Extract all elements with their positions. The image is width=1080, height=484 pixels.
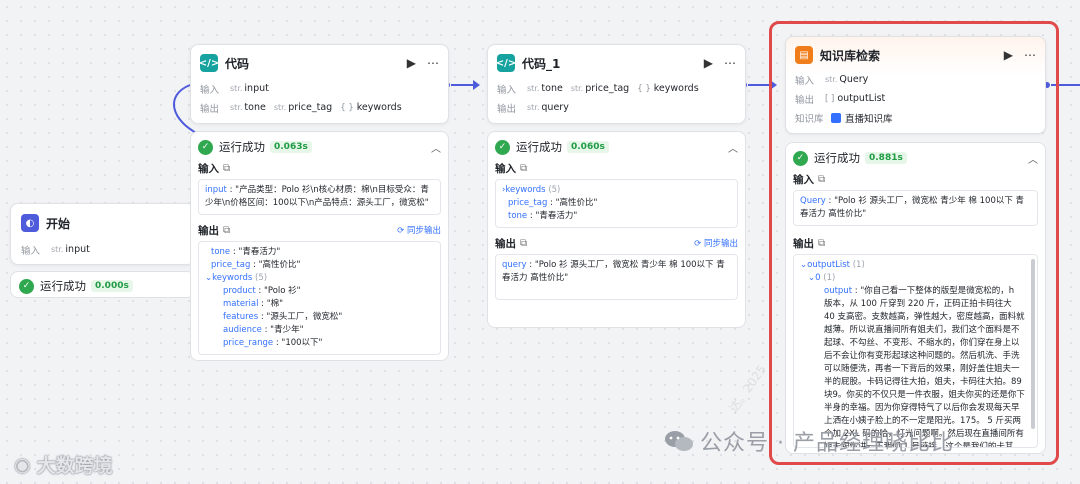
sync-output-button[interactable]: ⟳ 同步输出	[397, 224, 441, 236]
input-box: input : "产品类型：Polo 衫\n核心材质：棉\n目标受众：青少年\n…	[198, 179, 441, 215]
param-chip: str. price_tag	[570, 83, 630, 94]
watermark-text: 达。2025	[726, 362, 770, 416]
success-check-icon: ✓	[198, 139, 213, 155]
code-icon: </>	[496, 54, 516, 72]
kb-result-panel[interactable]: ✓ 运行成功 0.881s ︿ 输入 ⧉ Query : "Polo 衫 源头工厂…	[785, 142, 1046, 454]
node-title: 代码	[225, 56, 250, 71]
output-box: ⌄outputList (1) ⌄0 (1) output : "你自己看一下整…	[793, 254, 1038, 448]
time-badge: 0.063s	[270, 141, 312, 153]
code-node[interactable]: </> 代码 ▶ ⋯ 输入 str. input 输出 str. tone str.…	[190, 44, 449, 124]
status-text: 运行成功	[40, 279, 86, 293]
status-text: 运行成功	[219, 140, 265, 154]
logo-brand: ◉ 大数跨境	[14, 453, 113, 478]
section-title: 输入	[793, 173, 814, 186]
chevron-up-icon[interactable]: ︿	[728, 140, 738, 155]
more-icon[interactable]: ⋯	[724, 56, 736, 70]
start-icon: ◐	[21, 214, 39, 232]
param-chip: { } keywords	[340, 102, 402, 113]
time-badge: 0.000s	[91, 280, 133, 292]
section-title: 输入	[198, 162, 219, 175]
input-box: ›keywords (5) price_tag : "高性价比" tone : …	[495, 179, 738, 228]
input-label: 输入	[21, 245, 41, 257]
chevron-up-icon[interactable]: ︿	[431, 140, 441, 155]
code1-result-panel[interactable]: ✓ 运行成功 0.060s ︿ 输入 ⧉ ›keywords (5) price_…	[487, 131, 746, 328]
arrow-icon	[473, 80, 480, 90]
copy-icon[interactable]: ⧉	[818, 174, 825, 185]
param-chip: { } keywords	[637, 83, 699, 94]
node-title: 知识库检索	[820, 48, 881, 63]
scrollbar[interactable]	[1031, 259, 1035, 429]
status-text: 运行成功	[516, 140, 562, 154]
copy-icon[interactable]: ⧉	[520, 163, 527, 174]
output-label: 输出	[795, 94, 815, 106]
kb-name[interactable]: 直播知识库	[845, 111, 893, 125]
input-box: Query : "Polo 衫 源头工厂，微宽松 青少年 棉 100以下 青春活…	[793, 190, 1038, 226]
success-check-icon: ✓	[793, 150, 808, 166]
copy-icon[interactable]: ⧉	[223, 163, 230, 174]
param-chip: str. tone	[230, 102, 266, 113]
section-title: 输出	[198, 224, 219, 237]
param-chip: str. price_tag	[273, 102, 333, 113]
brand-logo-icon: ◉	[14, 453, 31, 476]
input-label: 输入	[497, 84, 517, 96]
code-icon: </>	[199, 54, 219, 72]
time-badge: 0.881s	[865, 152, 907, 164]
output-label: 输出	[200, 103, 220, 115]
param-chip: [ ] outputList	[825, 93, 886, 104]
run-icon[interactable]: ▶	[1004, 48, 1013, 62]
status-text: 运行成功	[814, 151, 860, 165]
copy-icon[interactable]: ⧉	[520, 238, 527, 249]
copy-icon[interactable]: ⧉	[818, 238, 825, 249]
run-icon[interactable]: ▶	[704, 56, 713, 70]
start-result-panel[interactable]: ✓ 运行成功 0.000s	[10, 271, 195, 298]
success-check-icon: ✓	[19, 278, 34, 294]
kb-search-node[interactable]: ▤ 知识库检索 ▶ ⋯ 输入 str. Query 输出 [ ] outputLis…	[785, 36, 1046, 134]
start-node[interactable]: ◐ 开始 输入 str. input	[10, 203, 195, 265]
input-label: 输入	[200, 84, 220, 96]
connector-line	[748, 84, 770, 86]
success-check-icon: ✓	[495, 139, 510, 155]
section-title: 输出	[793, 237, 814, 250]
node-title: 开始	[46, 216, 71, 231]
connector-line	[451, 84, 473, 86]
wechat-icon	[665, 431, 693, 451]
code1-node[interactable]: </> 代码_1 ▶ ⋯ 输入 str. tone str. price_tag {…	[487, 44, 746, 124]
param-chip: str. Query	[825, 74, 869, 85]
more-icon[interactable]: ⋯	[1024, 48, 1036, 62]
run-icon[interactable]: ▶	[407, 56, 416, 70]
sync-output-button[interactable]: ⟳ 同步输出	[694, 237, 738, 249]
param-chip: str. tone	[527, 83, 563, 94]
kb-label: 知识库	[795, 113, 824, 125]
chevron-up-icon[interactable]: ︿	[1028, 151, 1038, 166]
param-chip: str. input	[51, 244, 90, 255]
output-box: query : "Polo 衫 源头工厂，微宽松 青少年 棉 100以下 青春活…	[495, 254, 738, 300]
more-icon[interactable]: ⋯	[427, 56, 439, 70]
output-box: tone : "青春活力" price_tag : "高性价比" ⌄keywor…	[198, 241, 441, 355]
code-result-panel[interactable]: ✓ 运行成功 0.063s ︿ 输入 ⧉ input : "产品类型：Polo 衫…	[190, 131, 449, 361]
input-label: 输入	[795, 75, 815, 87]
connector-line	[1051, 84, 1080, 86]
section-title: 输出	[495, 237, 516, 250]
section-title: 输入	[495, 162, 516, 175]
param-chip: str. query	[527, 102, 569, 113]
time-badge: 0.060s	[567, 141, 609, 153]
wechat-brand: 公众号 · 产品经理晓比比	[664, 425, 954, 457]
param-chip: str. input	[230, 83, 269, 94]
knowledge-base-icon: ▤	[795, 46, 813, 64]
output-label: 输出	[497, 103, 517, 115]
kb-db-icon	[831, 112, 841, 123]
copy-icon[interactable]: ⧉	[223, 225, 230, 236]
node-title: 代码_1	[522, 56, 561, 71]
